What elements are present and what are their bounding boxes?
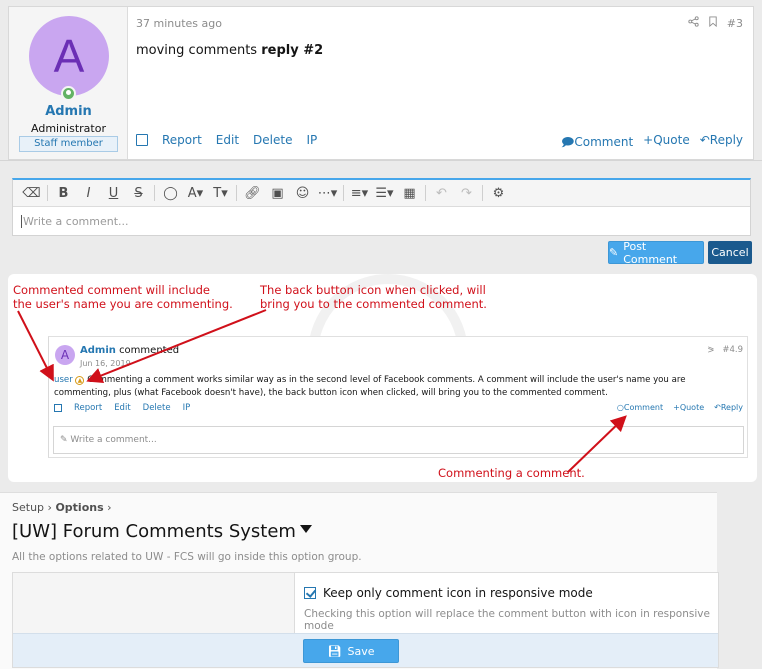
annotated-example-panel: Commented comment will include the user'… (8, 274, 757, 482)
option-hint: Checking this option will replace the co… (304, 608, 710, 632)
post-timestamp[interactable]: 37 minutes ago (136, 17, 222, 30)
post-comment-label: Post Comment (623, 239, 678, 266)
image-icon[interactable]: ▣ (265, 182, 290, 204)
user-title: Administrator (31, 122, 106, 135)
comment-label: Comment (574, 135, 634, 149)
toolbar-divider (425, 185, 426, 201)
font-family-icon[interactable]: A▾ (183, 182, 208, 204)
option-label: Keep only comment icon in responsive mod… (323, 586, 593, 600)
page-title[interactable]: [UW] Forum Comments System (12, 521, 312, 542)
share-icon[interactable] (688, 16, 699, 30)
caret-down-icon[interactable] (299, 525, 312, 533)
username-link[interactable]: Admin (9, 104, 128, 119)
reply-icon: ↶ (699, 133, 710, 147)
annotation-arrows (17, 309, 627, 473)
post-comment-button[interactable]: ✎ Post Comment (608, 239, 704, 266)
options-page: Setup › Options › [UW] Forum Comments Sy… (0, 492, 719, 669)
online-status-icon (61, 86, 76, 101)
link-icon[interactable]: 🔗︎ (240, 182, 265, 204)
toolbar-divider (47, 185, 48, 201)
page-title-text: [UW] Forum Comments System (12, 521, 296, 542)
toolbar-divider (236, 185, 237, 201)
save-label: Save (347, 644, 375, 658)
arrow-to-mention (17, 310, 54, 382)
text-color-icon[interactable]: ◯ (158, 182, 183, 204)
staff-banner: Staff member (19, 136, 118, 152)
smiley-icon[interactable]: ☺ (290, 182, 315, 204)
font-size-icon[interactable]: T▾ (208, 182, 233, 204)
toolbar-divider (343, 185, 344, 201)
cancel-button[interactable]: Cancel (708, 241, 752, 264)
arrow-to-back-icon (86, 309, 267, 383)
option-checkbox[interactable] (304, 587, 316, 599)
toolbar-divider (482, 185, 483, 201)
page-description: All the options related to UW - FCS will… (12, 551, 362, 563)
bold-icon[interactable]: B (51, 182, 76, 204)
save-icon: 💾︎ (327, 644, 342, 658)
arrow-to-comment-button (567, 415, 627, 473)
message-user-column: A Admin Administrator Staff member (9, 7, 128, 159)
post-body: moving comments reply #2 (136, 43, 323, 58)
option-label-column (13, 573, 295, 633)
underline-icon[interactable]: U (101, 182, 126, 204)
table-icon[interactable]: ▦ (397, 182, 422, 204)
post-actions-right: 🗩︎Comment +Quote ↶Reply (561, 133, 743, 154)
eraser-icon[interactable]: ⌫ (19, 182, 44, 204)
save-button[interactable]: 💾︎ Save (303, 639, 399, 663)
comment-icon: 🗩︎ (561, 135, 575, 149)
toolbar-divider (154, 185, 155, 201)
reply-label: Reply (709, 133, 743, 147)
comment-editor: ⌫ B I U S ◯ A▾ T▾ 🔗︎ ▣ ☺ ⋯▾ ≡▾ ☰▾ ▦ ↶ ↷ … (12, 178, 751, 236)
list-icon[interactable]: ☰▾ (372, 182, 397, 204)
select-post-checkbox[interactable] (136, 134, 148, 146)
align-icon[interactable]: ≡▾ (347, 182, 372, 204)
strikethrough-icon[interactable]: S (126, 182, 151, 204)
form-submit-row: 💾︎ Save (13, 633, 718, 667)
report-link[interactable]: Report (162, 133, 202, 147)
editor-toolbar: ⌫ B I U S ◯ A▾ T▾ 🔗︎ ▣ ☺ ⋯▾ ≡▾ ☰▾ ▦ ↶ ↷ … (13, 180, 750, 207)
comment-button[interactable]: 🗩︎Comment (561, 133, 633, 154)
post-header-actions: #3 (688, 16, 743, 30)
comment-input[interactable]: Write a comment... (21, 215, 129, 228)
delete-link[interactable]: Delete (253, 133, 292, 147)
plus-icon: + (643, 133, 654, 147)
reply-button[interactable]: ↶Reply (700, 133, 743, 154)
quote-label: Quote (653, 133, 690, 147)
breadcrumb-setup[interactable]: Setup (12, 501, 44, 514)
undo-icon[interactable]: ↶ (429, 182, 454, 204)
message-post: A Admin Administrator Staff member 37 mi… (8, 6, 754, 160)
avatar[interactable]: A (29, 16, 109, 96)
post-body-text: moving comments (136, 43, 262, 58)
bookmark-icon[interactable] (708, 16, 718, 30)
chevron-right-icon: › (107, 501, 112, 514)
quote-button[interactable]: +Quote (643, 133, 690, 154)
responsive-icon-option[interactable]: Keep only comment icon in responsive mod… (304, 586, 593, 600)
edit-note-icon: ✎ (609, 246, 619, 259)
options-form: Keep only comment icon in responsive mod… (12, 572, 719, 668)
breadcrumb-options[interactable]: Options (55, 501, 103, 514)
settings-gear-icon[interactable]: ⚙ (486, 182, 511, 204)
edit-link[interactable]: Edit (216, 133, 239, 147)
more-options-icon[interactable]: ⋯▾ (315, 182, 340, 204)
italic-icon[interactable]: I (76, 182, 101, 204)
ip-link[interactable]: IP (306, 133, 317, 147)
post-number-link[interactable]: #3 (727, 17, 743, 30)
post-body-bold: reply #2 (261, 43, 324, 58)
divider (0, 160, 762, 161)
breadcrumb: Setup › Options › (12, 501, 112, 514)
redo-icon[interactable]: ↷ (454, 182, 479, 204)
post-actions-left: Report Edit Delete IP (136, 133, 317, 147)
